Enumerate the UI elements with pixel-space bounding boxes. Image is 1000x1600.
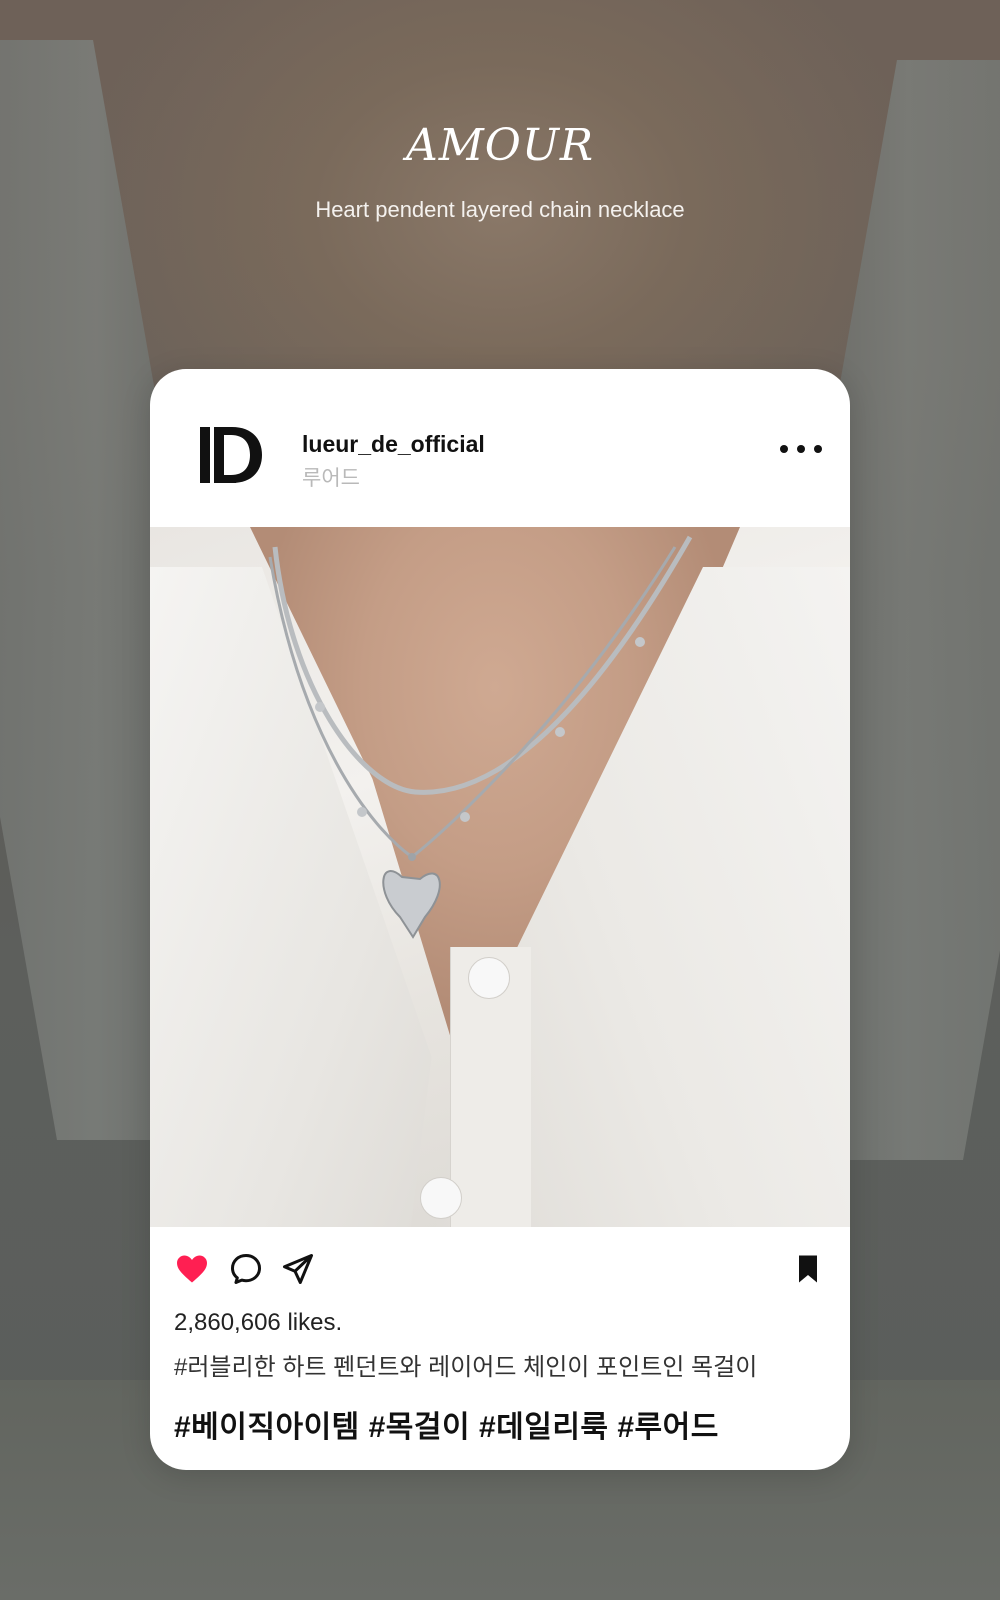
post-card: lueur_de_official 루어드 2,860,606 likes. #… bbox=[150, 369, 850, 1470]
likes-count[interactable]: 2,860,606 likes. bbox=[174, 1309, 826, 1337]
account-subname: 루어드 bbox=[302, 467, 360, 490]
post-caption: #러블리한 하트 펜던트와 레이어드 체인이 포인트인 목걸이 bbox=[174, 1354, 758, 1381]
send-icon[interactable] bbox=[280, 1251, 316, 1287]
image-necklace bbox=[268, 535, 693, 939]
more-dot bbox=[814, 445, 822, 453]
more-dot bbox=[780, 445, 788, 453]
hero: AMOUR Heart pendent layered chain neckla… bbox=[0, 120, 1000, 223]
post-actions bbox=[150, 1227, 850, 1307]
post-meta: 2,860,606 likes. #러블리한 하트 펜던트와 레이어드 체인이 … bbox=[150, 1309, 850, 1446]
heart-icon[interactable] bbox=[174, 1251, 210, 1287]
post-image[interactable] bbox=[150, 527, 850, 1227]
comment-icon[interactable] bbox=[228, 1251, 264, 1287]
more-icon[interactable] bbox=[780, 439, 822, 459]
account-info: lueur_de_official 루어드 bbox=[302, 431, 485, 492]
hero-title: AMOUR bbox=[405, 120, 595, 171]
hero-subtitle: Heart pendent layered chain necklace bbox=[315, 197, 685, 222]
brand-logo[interactable] bbox=[198, 425, 264, 485]
post-header: lueur_de_official 루어드 bbox=[150, 369, 850, 527]
bookmark-icon[interactable] bbox=[790, 1251, 826, 1287]
post-hashtags[interactable]: #베이직아이템 #목걸이 #데일리룩 #루어드 bbox=[174, 1402, 826, 1446]
username[interactable]: lueur_de_official bbox=[302, 431, 485, 458]
more-dot bbox=[797, 445, 805, 453]
